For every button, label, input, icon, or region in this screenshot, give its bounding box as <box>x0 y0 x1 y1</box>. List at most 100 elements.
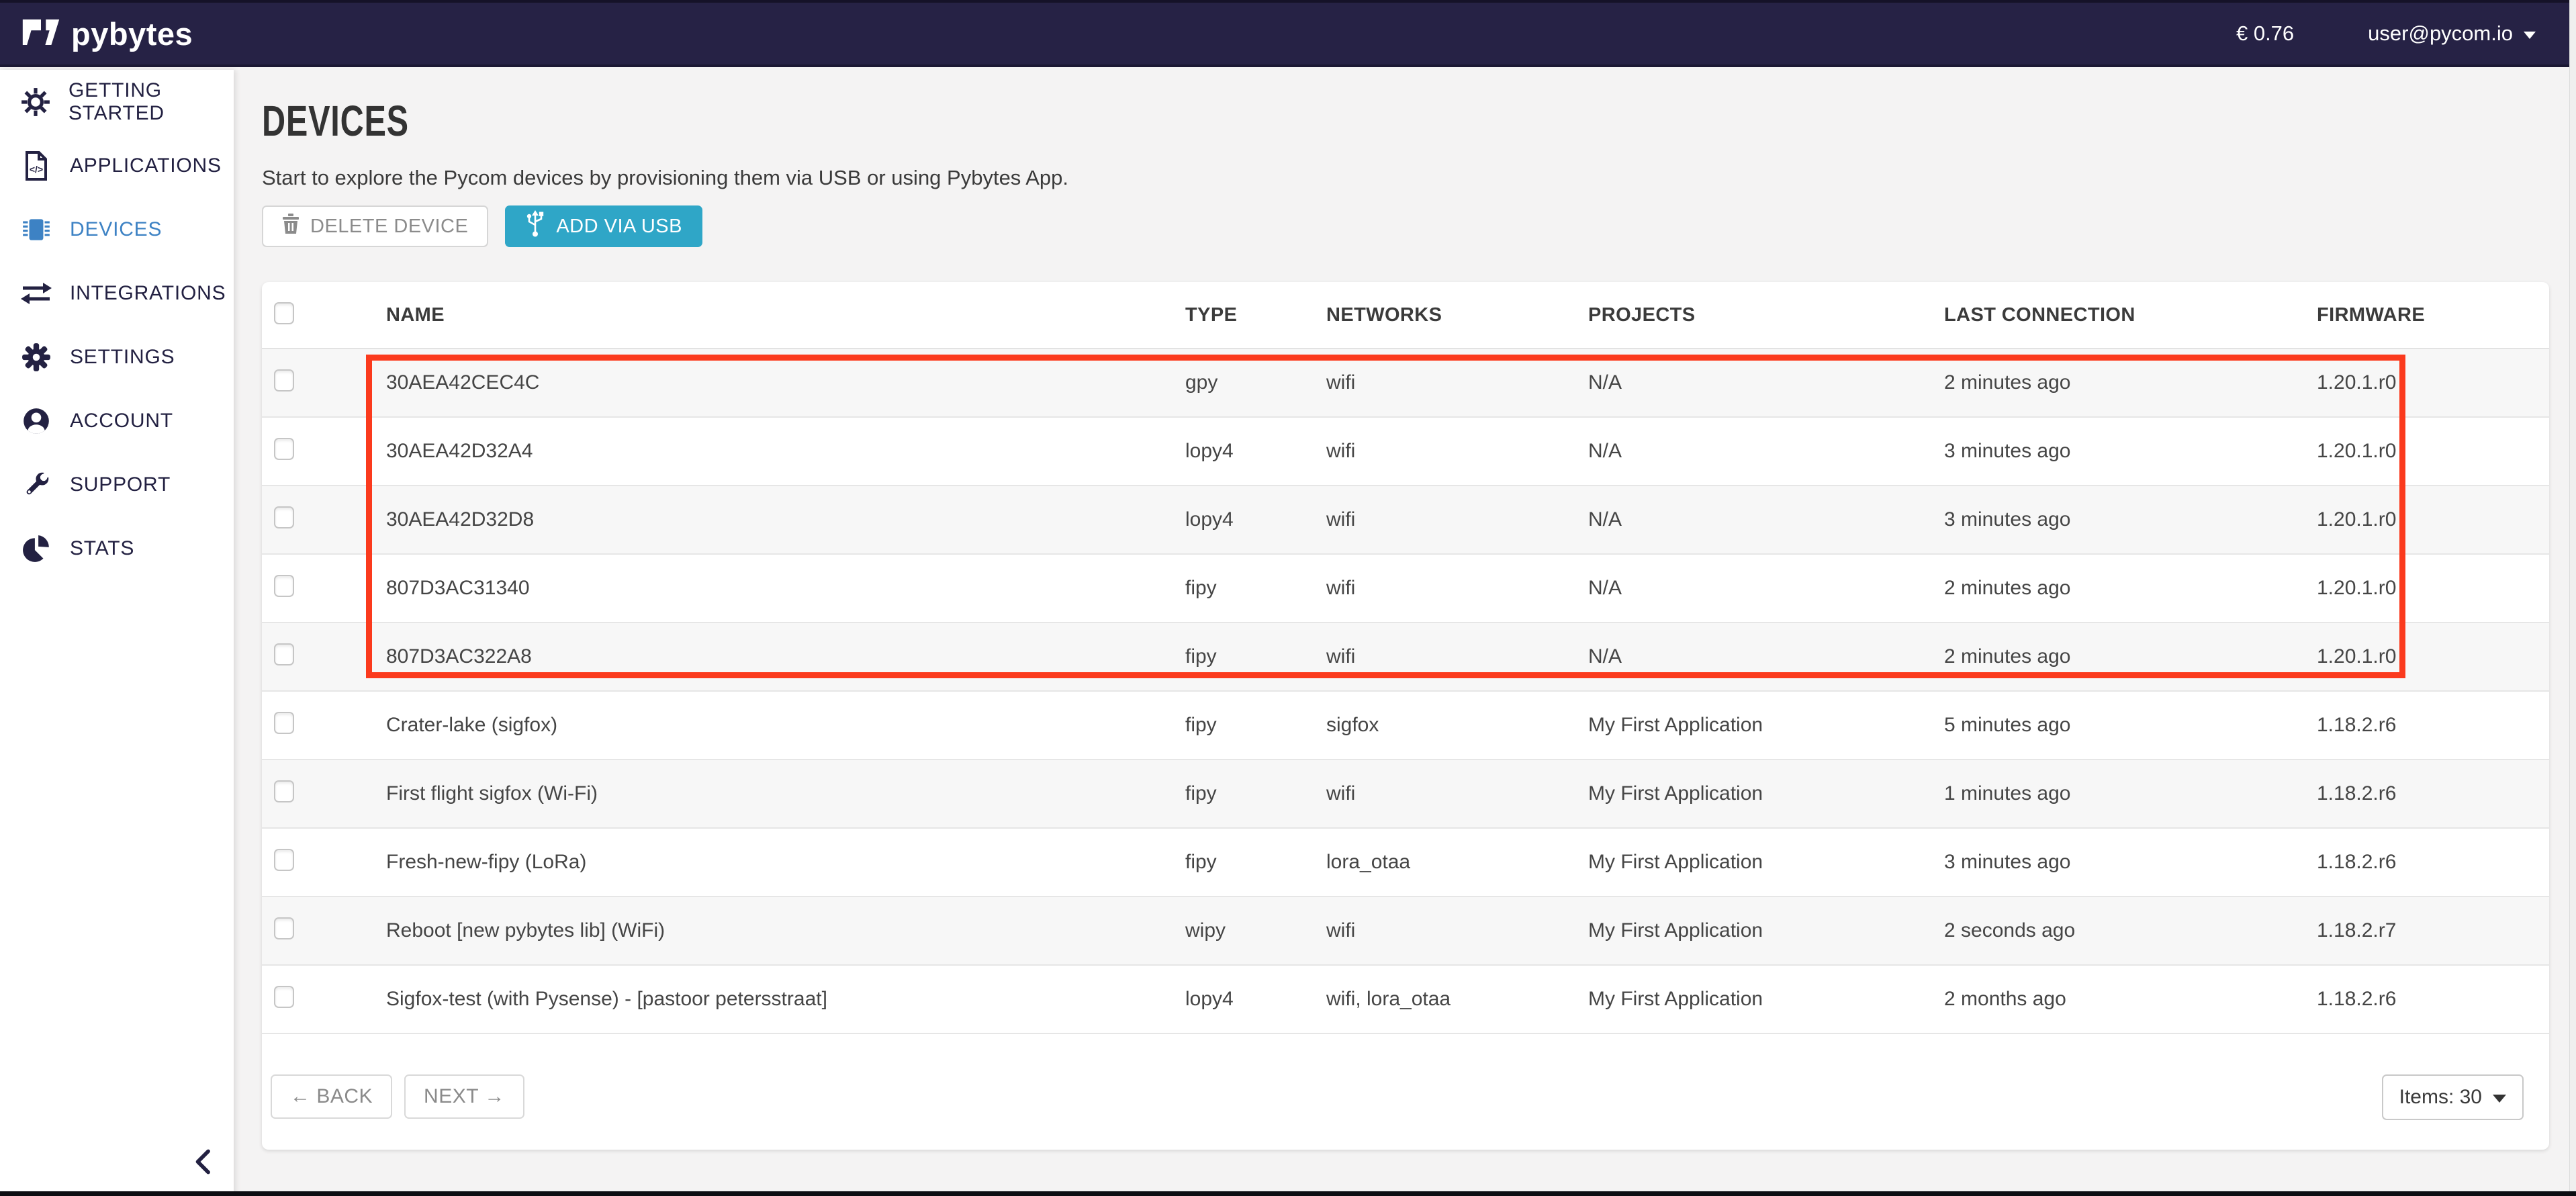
cell-type: fipy <box>1185 782 1326 805</box>
cell-name: Fresh-new-fipy (LoRa) <box>386 851 1185 874</box>
table-body: 30AEA42CEC4C gpy wifi N/A 2 minutes ago … <box>262 349 2549 1034</box>
cell-name: 30AEA42D32D8 <box>386 508 1185 531</box>
cell-name: Reboot [new pybytes lib] (WiFi) <box>386 919 1185 942</box>
sidebar-item-label: GETTING STARTED <box>68 79 234 125</box>
back-button[interactable]: ← BACK <box>271 1074 392 1119</box>
sidebar-item-label: STATS <box>70 537 134 560</box>
cell-firmware: 1.18.2.r6 <box>2317 988 2549 1011</box>
sidebar-item-applications[interactable]: </> APPLICATIONS <box>0 134 234 197</box>
integrations-icon <box>20 277 52 310</box>
sidebar-item-integrations[interactable]: INTEGRATIONS <box>0 261 234 325</box>
main-content: DEVICES Start to explore the Pycom devic… <box>234 70 2576 1196</box>
wrench-icon <box>20 469 52 501</box>
row-checkbox[interactable] <box>274 986 294 1008</box>
cell-type: lopy4 <box>1185 508 1326 531</box>
user-menu[interactable]: user@pycom.io <box>2368 21 2536 46</box>
account-balance: € 0.76 <box>2236 21 2294 46</box>
cell-projects: My First Application <box>1588 782 1944 805</box>
brand-logo[interactable]: pybytes <box>21 15 193 52</box>
row-checkbox[interactable] <box>274 506 294 528</box>
cell-firmware: 1.18.2.r6 <box>2317 851 2549 874</box>
cell-projects: My First Application <box>1588 714 1944 737</box>
page-subtitle: Start to explore the Pycom devices by pr… <box>262 165 2549 191</box>
sidebar-item-label: ACCOUNT <box>70 410 173 432</box>
column-header-projects[interactable]: PROJECTS <box>1588 304 1944 326</box>
cell-networks: wifi <box>1326 577 1588 600</box>
sidebar-item-account[interactable]: ACCOUNT <box>0 389 234 453</box>
sidebar-item-getting-started[interactable]: GETTING STARTED <box>0 70 234 134</box>
trash-icon <box>282 214 300 239</box>
cell-networks: wifi <box>1326 645 1588 668</box>
top-navigation-bar: pybytes € 0.76 user@pycom.io <box>0 0 2576 67</box>
table-row[interactable]: 807D3AC322A8 fipy wifi N/A 2 minutes ago… <box>262 623 2549 692</box>
delete-device-button[interactable]: DELETE DEVICE <box>262 205 488 247</box>
add-via-usb-button[interactable]: ADD VIA USB <box>505 205 702 247</box>
row-checkbox[interactable] <box>274 780 294 802</box>
row-checkbox[interactable] <box>274 712 294 734</box>
next-button[interactable]: NEXT → <box>404 1074 524 1119</box>
cell-type: fipy <box>1185 714 1326 737</box>
table-row[interactable]: First flight sigfox (Wi-Fi) fipy wifi My… <box>262 760 2549 829</box>
column-header-firmware[interactable]: FIRMWARE <box>2317 304 2549 326</box>
column-header-name[interactable]: NAME <box>386 304 1185 326</box>
table-row[interactable]: Reboot [new pybytes lib] (WiFi) wipy wif… <box>262 897 2549 966</box>
cell-name: Sigfox-test (with Pysense) - [pastoor pe… <box>386 988 1185 1011</box>
sidebar-item-devices[interactable]: DEVICES <box>0 197 234 261</box>
sidebar-item-support[interactable]: SUPPORT <box>0 453 234 516</box>
row-checkbox[interactable] <box>274 369 294 392</box>
table-row[interactable]: 30AEA42CEC4C gpy wifi N/A 2 minutes ago … <box>262 349 2549 418</box>
scrollbar-track[interactable] <box>2569 0 2576 1196</box>
select-all-checkbox[interactable] <box>274 302 294 324</box>
cell-type: wipy <box>1185 919 1326 942</box>
sidebar-collapse-button[interactable] <box>187 1145 220 1179</box>
table-row[interactable]: 30AEA42D32A4 lopy4 wifi N/A 3 minutes ag… <box>262 418 2549 486</box>
sidebar-item-settings[interactable]: SETTINGS <box>0 325 234 389</box>
cell-type: fipy <box>1185 645 1326 668</box>
row-checkbox[interactable] <box>274 643 294 665</box>
cell-type: lopy4 <box>1185 988 1326 1011</box>
items-per-page-dropdown[interactable]: Items: 30 <box>2382 1074 2524 1120</box>
cell-networks: wifi, lora_otaa <box>1326 988 1588 1011</box>
sidebar-item-stats[interactable]: STATS <box>0 516 234 580</box>
cell-networks: wifi <box>1326 508 1588 531</box>
cell-name: 807D3AC322A8 <box>386 645 1185 668</box>
cell-last-connection: 3 minutes ago <box>1944 440 2317 463</box>
cell-type: fipy <box>1185 851 1326 874</box>
cell-name: 30AEA42CEC4C <box>386 371 1185 394</box>
cell-networks: lora_otaa <box>1326 851 1588 874</box>
cell-name: First flight sigfox (Wi-Fi) <box>386 782 1185 805</box>
column-header-type[interactable]: TYPE <box>1185 304 1326 326</box>
cell-networks: wifi <box>1326 440 1588 463</box>
cell-networks: wifi <box>1326 782 1588 805</box>
sidebar: GETTING STARTED </> APPLICATIONS DEVICES… <box>0 70 234 1196</box>
page-title: DEVICES <box>262 97 2000 145</box>
cell-name: 30AEA42D32A4 <box>386 440 1185 463</box>
table-row[interactable]: Sigfox-test (with Pysense) - [pastoor pe… <box>262 966 2549 1034</box>
cell-projects: N/A <box>1588 577 1944 600</box>
cell-type: gpy <box>1185 371 1326 394</box>
cell-projects: N/A <box>1588 371 1944 394</box>
table-row[interactable]: Crater-lake (sigfox) fipy sigfox My Firs… <box>262 692 2549 760</box>
table-row[interactable]: Fresh-new-fipy (LoRa) fipy lora_otaa My … <box>262 829 2549 897</box>
sidebar-item-label: SETTINGS <box>70 346 175 369</box>
cell-firmware: 1.20.1.r0 <box>2317 440 2549 463</box>
row-checkbox[interactable] <box>274 917 294 939</box>
row-checkbox[interactable] <box>274 438 294 460</box>
row-checkbox[interactable] <box>274 575 294 597</box>
table-row[interactable]: 807D3AC31340 fipy wifi N/A 2 minutes ago… <box>262 555 2549 623</box>
cell-type: lopy4 <box>1185 440 1326 463</box>
cell-last-connection: 2 minutes ago <box>1944 645 2317 668</box>
cell-projects: N/A <box>1588 440 1944 463</box>
cell-projects: My First Application <box>1588 988 1944 1011</box>
sidebar-item-label: APPLICATIONS <box>70 154 222 177</box>
cell-networks: wifi <box>1326 919 1588 942</box>
person-icon <box>20 405 52 437</box>
table-row[interactable]: 30AEA42D32D8 lopy4 wifi N/A 3 minutes ag… <box>262 486 2549 555</box>
column-header-networks[interactable]: NETWORKS <box>1326 304 1588 326</box>
column-header-last-connection[interactable]: LAST CONNECTION <box>1944 304 2317 326</box>
pagination-bar: ← BACK NEXT → Items: 30 <box>262 1034 2549 1150</box>
cell-networks: wifi <box>1326 371 1588 394</box>
row-checkbox[interactable] <box>274 849 294 871</box>
chevron-down-icon <box>2493 1095 2506 1103</box>
chevron-down-icon <box>2524 32 2536 39</box>
